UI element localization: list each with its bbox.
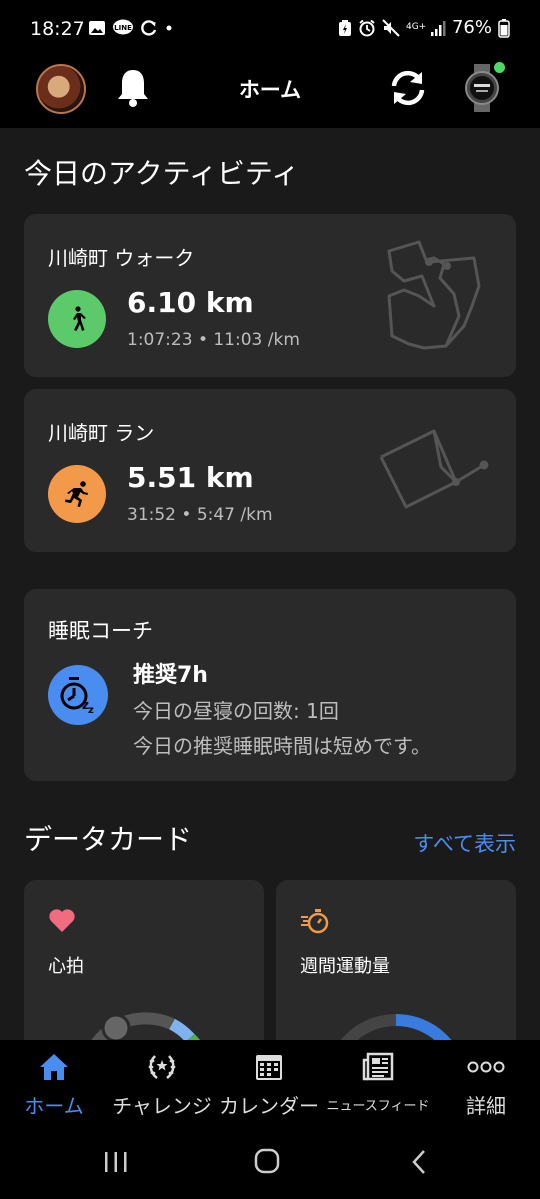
nav-home[interactable]: ホーム	[8, 1040, 100, 1128]
nav-calendar[interactable]: カレンダー	[216, 1040, 322, 1128]
sleep-coach-title: 睡眠コーチ	[48, 619, 153, 643]
nav-calendar-label: カレンダー	[219, 1094, 319, 1118]
recent-apps-icon[interactable]	[102, 1150, 130, 1174]
refresh-status-icon	[141, 20, 157, 36]
heart-rate-card[interactable]: 心拍	[24, 880, 264, 1040]
nav-challenge-label: チャレンジ	[112, 1094, 212, 1118]
walk-icon	[73, 306, 86, 331]
sleep-timer-icon: z z	[60, 677, 94, 715]
system-nav-bar	[0, 1128, 540, 1199]
status-bar: 18:27 LINE 4G+ 76%	[0, 0, 540, 60]
alarm-icon	[359, 19, 375, 36]
sleep-coach-badge: z z	[48, 665, 108, 725]
stopwatch-icon	[301, 909, 329, 934]
home-icon	[40, 1054, 68, 1080]
line-app-icon: LINE	[113, 19, 133, 35]
sync-icon[interactable]	[386, 66, 430, 110]
nav-newsfeed[interactable]: ニュースフィード	[322, 1040, 434, 1128]
app-header: ホーム	[0, 60, 540, 128]
back-icon[interactable]	[408, 1148, 430, 1176]
battery-saver-icon	[338, 19, 351, 36]
status-notification-icons: LINE	[88, 19, 174, 37]
calendar-icon	[256, 1055, 282, 1080]
dot-icon	[166, 25, 172, 31]
heart-icon	[49, 909, 75, 932]
heart-rate-gauge	[91, 1012, 200, 1040]
nav-more-label: 詳細	[466, 1094, 506, 1118]
battery-icon	[498, 18, 510, 38]
nav-challenge[interactable]: チャレンジ	[110, 1040, 214, 1128]
activity-card-walk[interactable]: 川崎町 ウォーク 6.10 km 1:07:23 • 11:03 /km	[24, 214, 516, 377]
nav-newsfeed-label: ニュースフィード	[326, 1099, 430, 1114]
sleep-nap-count: 今日の昼寝の回数: 1回	[133, 699, 339, 723]
home-button-icon[interactable]	[254, 1148, 280, 1174]
show-all-link[interactable]: すべて表示	[413, 828, 516, 858]
activity-distance: 6.10 km	[127, 286, 254, 319]
weekly-activity-label: 週間運動量	[300, 956, 390, 977]
data-cards-title: データカード	[24, 823, 193, 856]
weekly-activity-card[interactable]: 週間運動量	[276, 880, 516, 1040]
nav-home-label: ホーム	[24, 1094, 84, 1118]
bottom-nav: ホーム チャレンジ カレンダー ニュースフィード 詳細	[0, 1040, 540, 1128]
status-system-icons: 4G+ 76%	[338, 17, 510, 38]
run-icon	[65, 481, 88, 507]
weekly-activity-gauge	[340, 1014, 452, 1040]
walk-activity-badge	[48, 290, 106, 348]
svg-text:LINE: LINE	[114, 24, 132, 32]
network-label: 4G+	[405, 22, 427, 32]
gallery-icon	[89, 21, 105, 35]
main-content[interactable]: 今日のアクティビティ 川崎町 ウォーク 6.10 km 1:07:23 • 11…	[0, 128, 540, 1040]
mute-icon	[382, 18, 400, 37]
sleep-advice: 今日の推奨睡眠時間は短めです。	[133, 734, 431, 758]
run-activity-badge	[48, 465, 106, 523]
laurel-icon	[148, 1055, 176, 1079]
activity-stats: 31:52 • 5:47 /km	[127, 505, 273, 525]
sleep-coach-card[interactable]: 睡眠コーチ z z 推奨7h 今日の昼寝の回数: 1回 今日の推奨睡眠時間は短め…	[24, 589, 516, 781]
activity-card-run[interactable]: 川崎町 ラン 5.51 km 31:52 • 5:47 /km	[24, 389, 516, 552]
svg-text:z: z	[88, 705, 94, 715]
nav-more[interactable]: 詳細	[440, 1040, 532, 1128]
activity-name: 川崎町 ウォーク	[48, 246, 195, 270]
sleep-recommended: 推奨7h	[133, 663, 208, 688]
newsfeed-icon	[362, 1052, 394, 1081]
status-time: 18:27	[30, 18, 85, 40]
signal-icon	[430, 20, 446, 36]
activity-distance: 5.51 km	[127, 461, 254, 494]
activity-name: 川崎町 ラン	[48, 421, 155, 445]
watch-connected-dot	[494, 62, 505, 73]
walk-route-map	[387, 240, 481, 350]
more-icon	[467, 1061, 505, 1073]
run-route-map	[379, 429, 489, 509]
heart-rate-label: 心拍	[48, 956, 84, 977]
battery-percent: 76%	[451, 17, 492, 38]
activity-stats: 1:07:23 • 11:03 /km	[127, 330, 300, 350]
today-activity-title: 今日のアクティビティ	[24, 157, 300, 190]
page-title: ホーム	[238, 78, 302, 102]
